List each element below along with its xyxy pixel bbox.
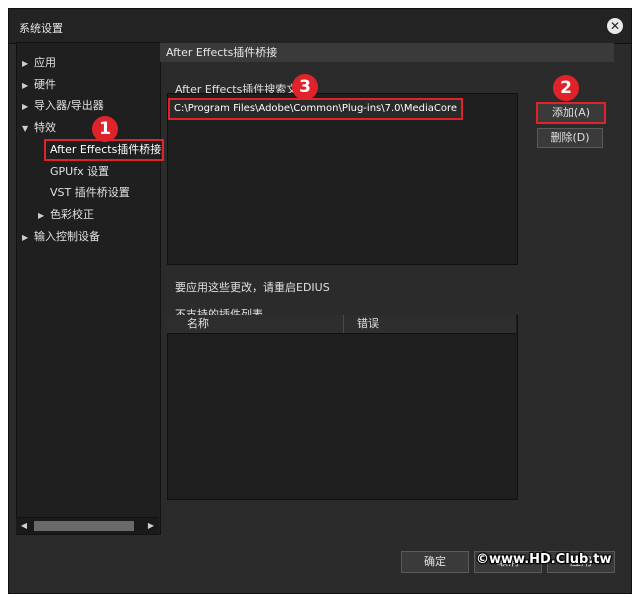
- title-bar: 系统设置 ✕: [9, 9, 631, 44]
- tree-item-effects[interactable]: ▼ 特效: [22, 119, 56, 137]
- tree-item-importers[interactable]: ▶ 导入器/导出器: [22, 97, 104, 115]
- annotation-badge-3: 3: [292, 74, 318, 100]
- tree-item-vst[interactable]: VST 插件桥设置: [50, 184, 130, 202]
- tree-item-input-devices[interactable]: ▶ 输入控制设备: [22, 228, 100, 246]
- collapse-arrow-icon[interactable]: ▼: [22, 120, 34, 138]
- scroll-right-icon[interactable]: ▶: [145, 518, 157, 534]
- section-header: After Effects插件桥接: [160, 43, 614, 62]
- annotation-badge-1: 1: [92, 116, 118, 142]
- tree-item-apps[interactable]: ▶ 应用: [22, 54, 56, 72]
- highlight-box-1: [44, 139, 164, 161]
- tree-item-hardware[interactable]: ▶ 硬件: [22, 76, 56, 94]
- ok-button[interactable]: 确定: [401, 551, 469, 573]
- watermark: ©www.HD.Club.tw: [476, 552, 612, 567]
- column-name[interactable]: 名称: [187, 315, 209, 333]
- expand-arrow-icon[interactable]: ▶: [22, 229, 34, 247]
- delete-button[interactable]: 删除(D): [537, 128, 603, 148]
- tree-item-gpufx[interactable]: GPUfx 设置: [50, 163, 109, 181]
- expand-arrow-icon[interactable]: ▶: [38, 207, 50, 225]
- annotation-badge-2: 2: [553, 75, 579, 101]
- close-icon[interactable]: ✕: [607, 18, 623, 34]
- scroll-left-icon[interactable]: ◀: [18, 518, 30, 534]
- tree-horizontal-scrollbar[interactable]: ◀ ▶: [16, 517, 159, 534]
- scroll-thumb[interactable]: [34, 521, 134, 531]
- add-button[interactable]: 添加(A): [536, 102, 606, 124]
- column-error[interactable]: 错误: [357, 315, 379, 333]
- column-divider: [343, 315, 344, 333]
- plugin-path-item[interactable]: C:\Program Files\Adobe\Common\Plug-ins\7…: [168, 98, 464, 120]
- unsupported-plugins-table[interactable]: [167, 315, 518, 500]
- window-title: 系统设置: [19, 22, 63, 35]
- expand-arrow-icon[interactable]: ▶: [22, 55, 34, 73]
- expand-arrow-icon[interactable]: ▶: [22, 98, 34, 116]
- tree-item-color-correction[interactable]: ▶ 色彩校正: [38, 206, 94, 224]
- settings-tree: [16, 42, 161, 535]
- table-header: 名称 错误: [167, 315, 516, 334]
- expand-arrow-icon[interactable]: ▶: [22, 77, 34, 95]
- restart-note: 要应用这些更改，请重启EDIUS: [175, 281, 330, 294]
